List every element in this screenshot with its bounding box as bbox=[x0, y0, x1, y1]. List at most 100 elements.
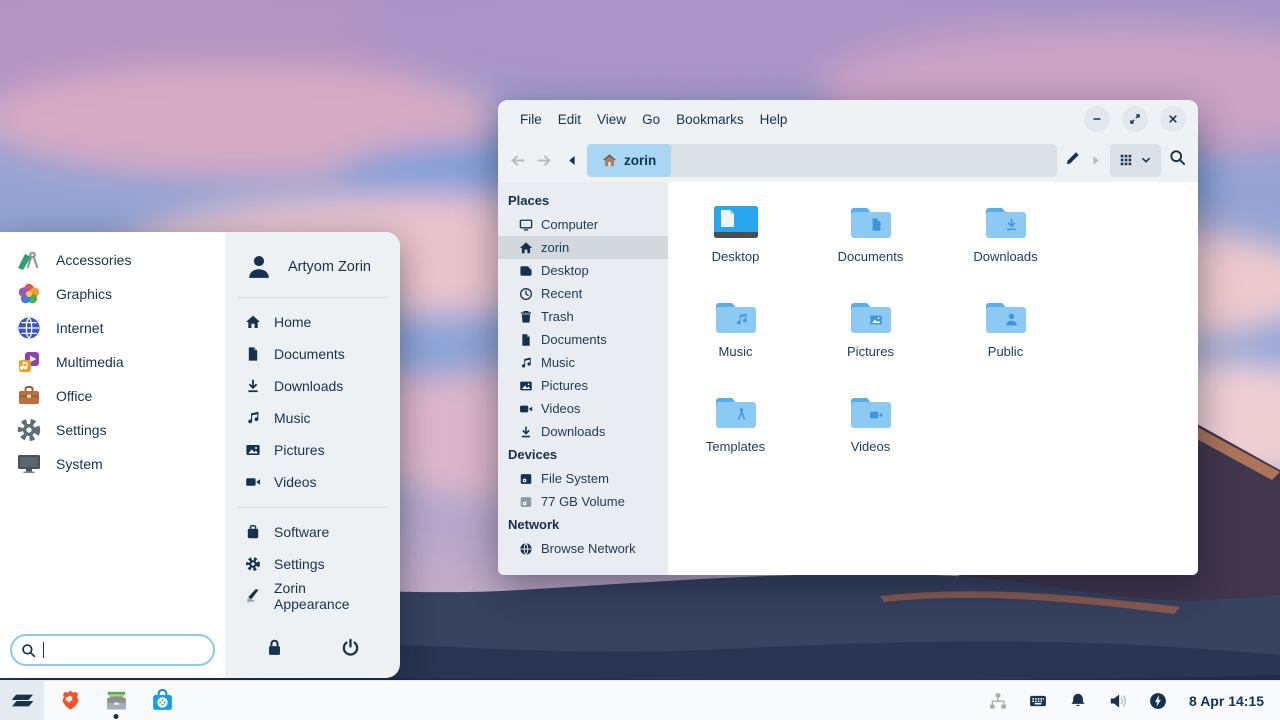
lock-icon bbox=[265, 638, 284, 657]
category-internet[interactable]: Internet bbox=[0, 311, 225, 345]
close-button[interactable] bbox=[1160, 106, 1186, 132]
menu-view[interactable]: View bbox=[589, 108, 634, 131]
search-button[interactable] bbox=[1169, 149, 1186, 171]
folder-item-documents[interactable]: Documents bbox=[803, 196, 938, 291]
category-graphics[interactable]: Graphics bbox=[0, 277, 225, 311]
clock[interactable]: 8 Apr 14:15 bbox=[1189, 693, 1264, 709]
system-icon bbox=[16, 451, 42, 477]
maximize-button[interactable] bbox=[1122, 106, 1148, 132]
taskbar-app-brave[interactable] bbox=[50, 681, 90, 720]
sidebar-item-pictures[interactable]: Pictures bbox=[498, 374, 668, 397]
music-icon bbox=[519, 356, 533, 370]
user-icon bbox=[245, 253, 273, 281]
minimize-button[interactable] bbox=[1084, 106, 1110, 132]
sidebar-item-desktop[interactable]: Desktop bbox=[498, 259, 668, 282]
power-icon bbox=[341, 638, 360, 657]
separator bbox=[237, 297, 388, 298]
category-system[interactable]: System bbox=[0, 447, 225, 481]
sidebar: Places Computer zorin Desktop Recent Tra… bbox=[498, 182, 668, 575]
home-icon bbox=[602, 153, 617, 168]
window-titlebar[interactable]: File Edit View Go Bookmarks Help bbox=[498, 100, 1198, 138]
menu-help[interactable]: Help bbox=[752, 108, 796, 131]
internet-icon bbox=[16, 315, 42, 341]
gear-icon bbox=[245, 556, 261, 572]
menu-place-pictures[interactable]: Pictures bbox=[225, 434, 400, 466]
back-button[interactable] bbox=[510, 152, 527, 169]
start-menu-button[interactable] bbox=[0, 681, 44, 720]
templates-folder-icon bbox=[709, 388, 763, 434]
view-mode-button[interactable] bbox=[1110, 144, 1161, 177]
folder-view[interactable]: Desktop Documents Do bbox=[668, 182, 1198, 575]
folder-item-videos[interactable]: Videos bbox=[803, 386, 938, 481]
lock-button[interactable] bbox=[258, 632, 292, 662]
sidebar-item-zorin[interactable]: zorin bbox=[498, 236, 668, 259]
sidebar-item-computer[interactable]: Computer bbox=[498, 213, 668, 236]
pictures-folder-icon bbox=[844, 293, 898, 339]
folder-item-templates[interactable]: Templates bbox=[668, 386, 803, 481]
notifications-icon[interactable] bbox=[1069, 692, 1087, 710]
category-office[interactable]: Office bbox=[0, 379, 225, 413]
recent-icon bbox=[519, 287, 533, 301]
menu-shortcut-settings[interactable]: Settings bbox=[225, 548, 400, 580]
menu-shortcut-software[interactable]: Software bbox=[225, 516, 400, 548]
sidebar-item-file-system[interactable]: File System bbox=[498, 467, 668, 490]
category-accessories[interactable]: Accessories bbox=[0, 243, 225, 277]
globe-icon bbox=[519, 542, 533, 556]
search-input[interactable] bbox=[51, 640, 204, 660]
accessories-icon bbox=[16, 247, 42, 273]
sidebar-item-music[interactable]: Music bbox=[498, 351, 668, 374]
sidebar-item-videos[interactable]: Videos bbox=[498, 397, 668, 420]
sidebar-item-trash[interactable]: Trash bbox=[498, 305, 668, 328]
menu-shortcut-zorin-appearance[interactable]: Zorin Appearance bbox=[225, 580, 400, 612]
sidebar-item-browse-network[interactable]: Browse Network bbox=[498, 537, 668, 560]
menu-edit[interactable]: Edit bbox=[550, 108, 589, 131]
breadcrumb-scroll-left-button[interactable] bbox=[566, 154, 579, 167]
folder-item-pictures[interactable]: Pictures bbox=[803, 291, 938, 386]
user-menu[interactable]: Artyom Zorin bbox=[225, 246, 400, 288]
start-menu-places: Artyom Zorin Home Documents Downloads Mu… bbox=[225, 232, 400, 678]
menu-bookmarks[interactable]: Bookmarks bbox=[668, 108, 752, 131]
keyboard-icon[interactable] bbox=[1029, 692, 1047, 710]
folder-item-public[interactable]: Public bbox=[938, 291, 1073, 386]
forward-button[interactable] bbox=[535, 152, 552, 169]
sidebar-item-downloads[interactable]: Downloads bbox=[498, 420, 668, 443]
folder-item-desktop[interactable]: Desktop bbox=[668, 196, 803, 291]
file-manager-window: File Edit View Go Bookmarks Help zorin bbox=[498, 100, 1198, 575]
menu-place-home[interactable]: Home bbox=[225, 306, 400, 338]
category-settings[interactable]: Settings bbox=[0, 413, 225, 447]
power-button[interactable] bbox=[334, 632, 368, 662]
sidebar-item-recent[interactable]: Recent bbox=[498, 282, 668, 305]
taskbar-app-files[interactable] bbox=[96, 681, 136, 720]
public-folder-icon bbox=[979, 293, 1033, 339]
separator bbox=[237, 507, 388, 508]
close-icon bbox=[1167, 113, 1179, 125]
desktop-folder-icon bbox=[709, 198, 763, 244]
menu-place-downloads[interactable]: Downloads bbox=[225, 370, 400, 402]
sidebar-item-77gb-volume[interactable]: 77 GB Volume bbox=[498, 490, 668, 513]
volume-icon[interactable] bbox=[1109, 692, 1127, 710]
taskbar-app-software[interactable] bbox=[142, 681, 182, 720]
start-menu-search[interactable] bbox=[10, 634, 215, 666]
folder-grid: Desktop Documents Do bbox=[668, 196, 1198, 481]
menu-file[interactable]: File bbox=[512, 108, 550, 131]
category-multimedia[interactable]: Multimedia bbox=[0, 345, 225, 379]
edit-path-button[interactable] bbox=[1065, 150, 1081, 171]
path-bar[interactable]: zorin bbox=[587, 144, 1057, 177]
brave-browser-icon bbox=[58, 688, 83, 713]
video-icon bbox=[519, 402, 533, 416]
breadcrumb-home[interactable]: zorin bbox=[587, 144, 671, 177]
network-icon[interactable] bbox=[989, 692, 1007, 710]
pencil-icon bbox=[1065, 150, 1081, 166]
sidebar-item-documents[interactable]: Documents bbox=[498, 328, 668, 351]
menu-place-videos[interactable]: Videos bbox=[225, 466, 400, 498]
menu-place-music[interactable]: Music bbox=[225, 402, 400, 434]
downloads-folder-icon bbox=[979, 198, 1033, 244]
power-status-icon[interactable] bbox=[1149, 692, 1167, 710]
menu-go[interactable]: Go bbox=[634, 108, 668, 131]
breadcrumb-scroll-right-button[interactable] bbox=[1089, 154, 1102, 167]
disk-icon bbox=[519, 472, 533, 486]
menu-place-documents[interactable]: Documents bbox=[225, 338, 400, 370]
sidebar-section-network: Network bbox=[498, 513, 668, 537]
folder-item-downloads[interactable]: Downloads bbox=[938, 196, 1073, 291]
folder-item-music[interactable]: Music bbox=[668, 291, 803, 386]
